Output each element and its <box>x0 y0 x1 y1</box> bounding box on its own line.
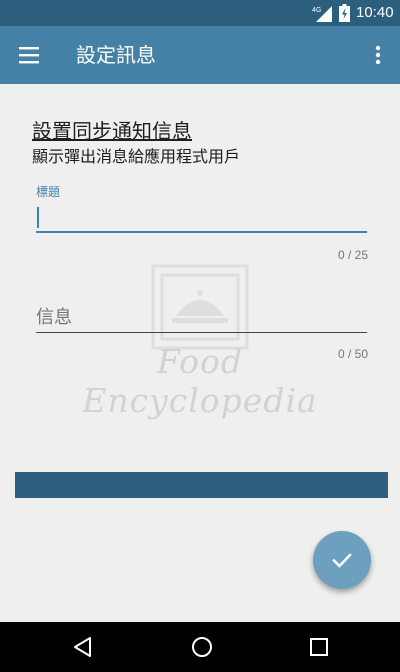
confirm-fab-button[interactable] <box>313 531 371 589</box>
title-char-counter: 0 / 25 <box>337 248 368 262</box>
recents-icon[interactable] <box>307 635 331 659</box>
home-icon[interactable] <box>190 635 214 659</box>
check-icon <box>332 553 352 568</box>
form-subheading: 顯示彈出消息給應用程式用戶 <box>32 147 241 166</box>
app-bar: 設定訊息 <box>0 26 400 84</box>
watermark-text: Food Encyclopedia <box>82 342 318 420</box>
back-icon[interactable] <box>72 635 96 659</box>
page-title: 設定訊息 <box>76 43 156 67</box>
menu-icon[interactable] <box>18 44 40 66</box>
form-heading: 設置同步通知信息 <box>32 119 192 143</box>
title-field-label: 標題 <box>36 185 61 199</box>
message-input[interactable] <box>36 302 367 333</box>
message-char-counter: 0 / 50 <box>337 347 368 361</box>
network-type: 4G <box>312 7 321 14</box>
title-input[interactable] <box>36 201 367 233</box>
status-bar: 4G 10:40 <box>0 0 400 26</box>
signal-icon: 4G <box>312 6 332 22</box>
divider-strip <box>15 472 388 498</box>
battery-icon <box>339 4 350 22</box>
navigation-bar <box>0 622 400 672</box>
status-time: 10:40 <box>356 4 394 21</box>
more-vert-icon[interactable] <box>370 43 386 67</box>
text-cursor <box>37 207 39 228</box>
